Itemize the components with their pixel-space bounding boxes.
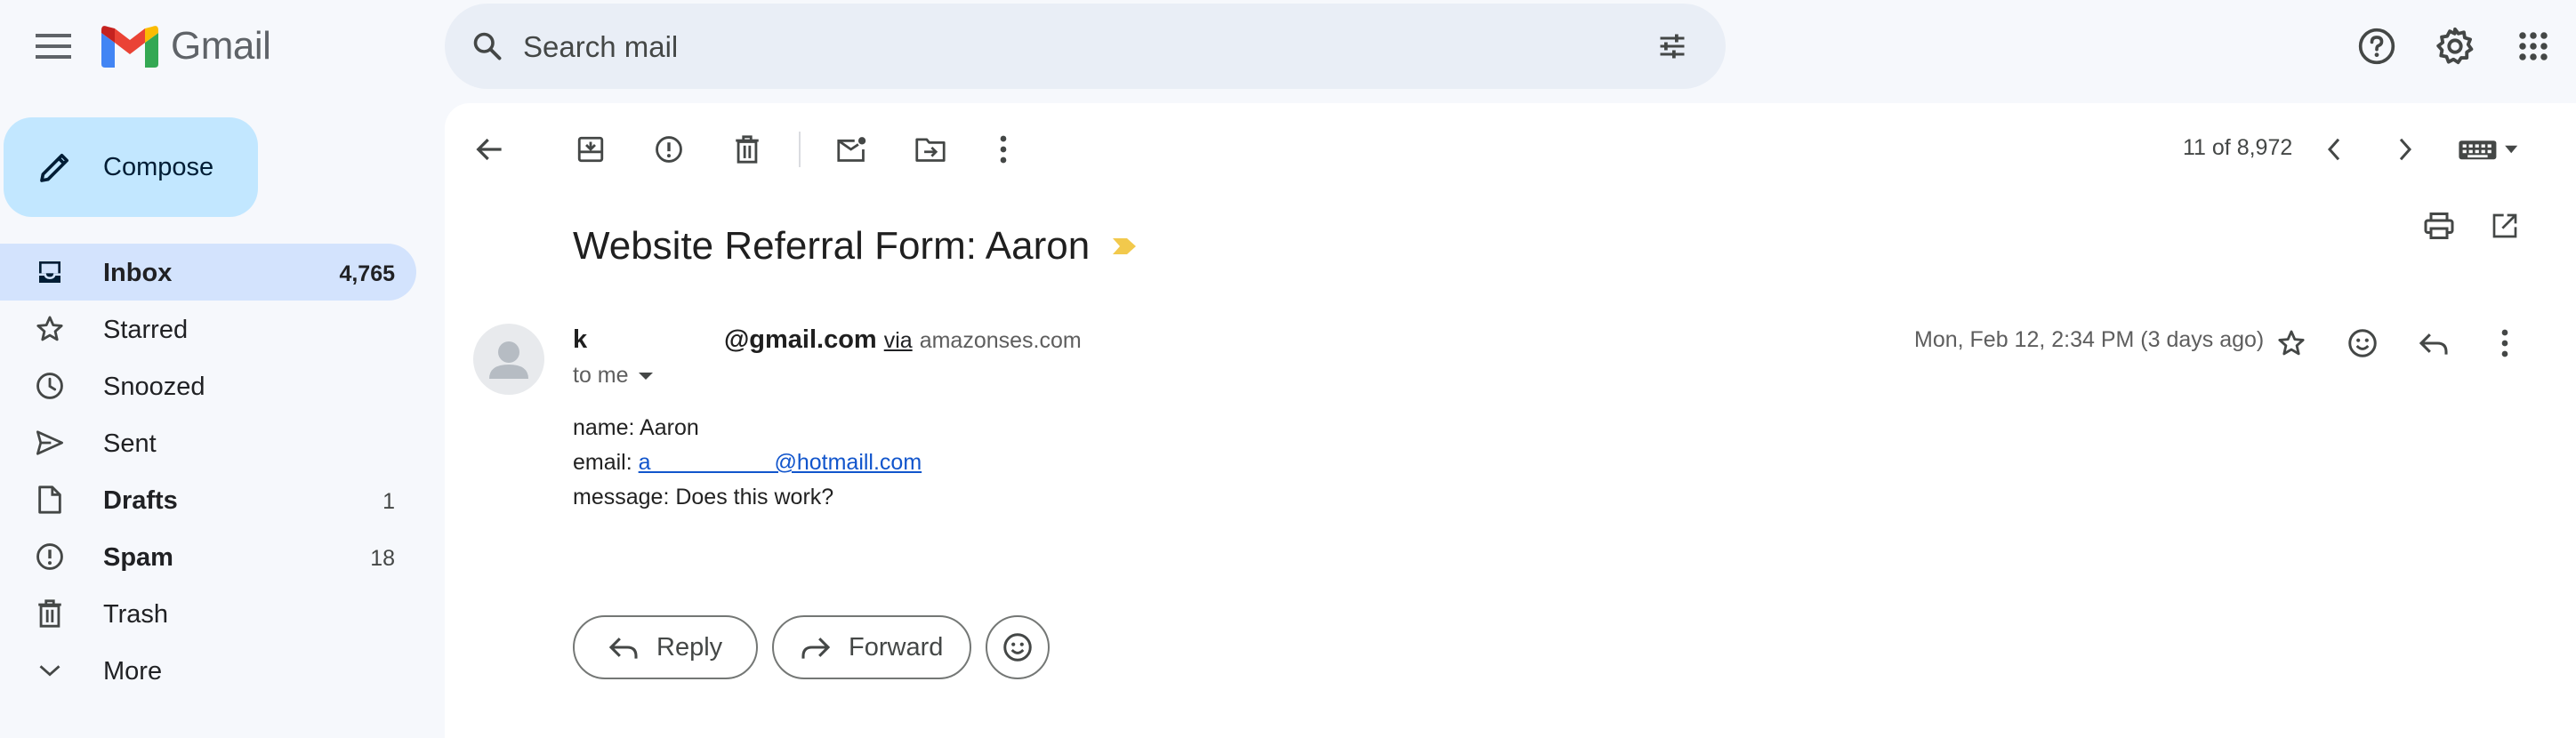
apps-grid-icon[interactable]: [2510, 23, 2556, 69]
settings-gear-icon[interactable]: [2432, 23, 2478, 69]
via-domain: amazonses.com: [919, 328, 1082, 353]
more-options-icon[interactable]: [978, 124, 1028, 174]
hamburger-icon: [36, 34, 71, 59]
body-message-line: message: Does this work?: [573, 485, 834, 509]
sidebar-item-spam[interactable]: Spam 18: [0, 528, 416, 585]
sidebar-item-more[interactable]: More: [0, 642, 416, 699]
chevron-down-icon: [34, 654, 66, 686]
recipients-toggle[interactable]: to me: [573, 363, 654, 389]
body-name-line: name: Aaron: [573, 415, 699, 440]
importance-marker-icon[interactable]: [1111, 237, 1138, 256]
report-spam-icon[interactable]: [644, 124, 694, 174]
sender-email[interactable]: @gmail.com: [724, 325, 877, 355]
body-email-prefix: email:: [573, 450, 639, 475]
sidebar-item-label: Snoozed: [103, 373, 205, 401]
reply-button[interactable]: Reply: [573, 615, 758, 679]
unread-count: 4,765: [339, 261, 395, 286]
trash-icon: [34, 598, 66, 630]
print-icon[interactable]: [2414, 201, 2464, 251]
reply-icon[interactable]: [2409, 318, 2459, 368]
message-subject-row: Website Referral Form: Aaron: [573, 224, 1138, 269]
sidebar-item-label: Inbox: [103, 259, 173, 287]
message-subject: Website Referral Form: Aaron: [573, 224, 1091, 268]
input-tools-keyboard-icon[interactable]: [2451, 124, 2526, 174]
move-to-folder-icon[interactable]: [906, 124, 955, 174]
star-icon: [34, 313, 66, 345]
help-icon[interactable]: [2354, 23, 2400, 69]
avatar[interactable]: [473, 324, 544, 395]
toolbar-divider: [799, 132, 801, 167]
sidebar-item-sent[interactable]: Sent: [0, 414, 416, 471]
via-link[interactable]: via: [884, 328, 913, 354]
app-name: Gmail: [171, 24, 271, 68]
send-icon: [34, 427, 66, 459]
message-body: name: Aaron email: a @hotmaill.com messa…: [573, 411, 922, 515]
mark-unread-icon[interactable]: [827, 124, 877, 174]
delete-icon[interactable]: [722, 124, 772, 174]
search-input[interactable]: Search mail: [523, 30, 678, 64]
sidebar-nav: Inbox 4,765 Starred Snoozed Sent Drafts …: [0, 244, 416, 699]
gmail-logo[interactable]: Gmail: [101, 20, 271, 73]
gmail-m-icon: [101, 26, 158, 68]
sidebar-item-label: Spam: [103, 543, 173, 572]
older-chevron-right-icon[interactable]: [2380, 124, 2430, 174]
sidebar-item-label: More: [103, 657, 163, 686]
search-bar[interactable]: Search mail: [445, 4, 1726, 89]
archive-icon[interactable]: [566, 124, 616, 174]
sidebar-item-label: Sent: [103, 429, 157, 458]
sidebar-item-drafts[interactable]: Drafts 1: [0, 471, 416, 528]
inbox-icon: [34, 256, 66, 288]
compose-label: Compose: [103, 153, 214, 181]
sidebar-item-starred[interactable]: Starred: [0, 301, 416, 357]
draft-file-icon: [34, 484, 66, 516]
pencil-icon: [36, 148, 75, 187]
smiley-icon: [1003, 633, 1032, 662]
newer-chevron-left-icon[interactable]: [2309, 124, 2359, 174]
caret-down-icon[interactable]: [638, 371, 654, 381]
spam-report-icon: [34, 541, 66, 573]
forward-icon: [801, 638, 831, 659]
body-email-line: email: a @hotmaill.com: [573, 445, 922, 480]
star-icon[interactable]: [2266, 318, 2316, 368]
open-in-new-window-icon[interactable]: [2480, 201, 2530, 251]
sidebar-item-snoozed[interactable]: Snoozed: [0, 357, 416, 414]
email-link[interactable]: a @hotmaill.com: [639, 450, 922, 475]
message-date: Mon, Feb 12, 2:34 PM (3 days ago): [1914, 327, 2265, 352]
search-icon[interactable]: [466, 25, 509, 68]
sidebar-item-label: Trash: [103, 600, 169, 629]
emoji-reaction-button[interactable]: [986, 615, 1050, 679]
forward-button[interactable]: Forward: [772, 615, 971, 679]
sidebar-item-label: Drafts: [103, 486, 178, 515]
message-more-options-icon[interactable]: [2480, 318, 2530, 368]
main-menu-button[interactable]: [25, 18, 82, 75]
sidebar-item-label: Starred: [103, 316, 189, 344]
sender-name[interactable]: k: [573, 325, 724, 355]
unread-count: 18: [370, 546, 395, 571]
search-options-icon[interactable]: [1651, 25, 1694, 68]
sidebar-item-trash[interactable]: Trash: [0, 585, 416, 642]
unread-count: 1: [382, 489, 395, 514]
recipients-label: to me: [573, 363, 629, 388]
sidebar-item-inbox[interactable]: Inbox 4,765: [0, 244, 416, 301]
forward-label: Forward: [849, 632, 944, 662]
add-reaction-emoji-icon[interactable]: [2338, 318, 2387, 368]
pagination-count: 11 of 8,972: [2183, 135, 2293, 160]
default-avatar-icon: [489, 341, 528, 379]
message-view: 11 of 8,972 Website Referral Form: Aaron…: [445, 103, 2576, 738]
back-arrow-icon[interactable]: [464, 124, 514, 174]
sender-line: k @gmail.com via amazonses.com: [573, 325, 1082, 355]
top-bar: Gmail Search mail: [0, 0, 2576, 92]
compose-button[interactable]: Compose: [4, 117, 258, 217]
reply-label: Reply: [656, 632, 723, 662]
reply-icon: [608, 638, 638, 659]
clock-icon: [34, 370, 66, 402]
